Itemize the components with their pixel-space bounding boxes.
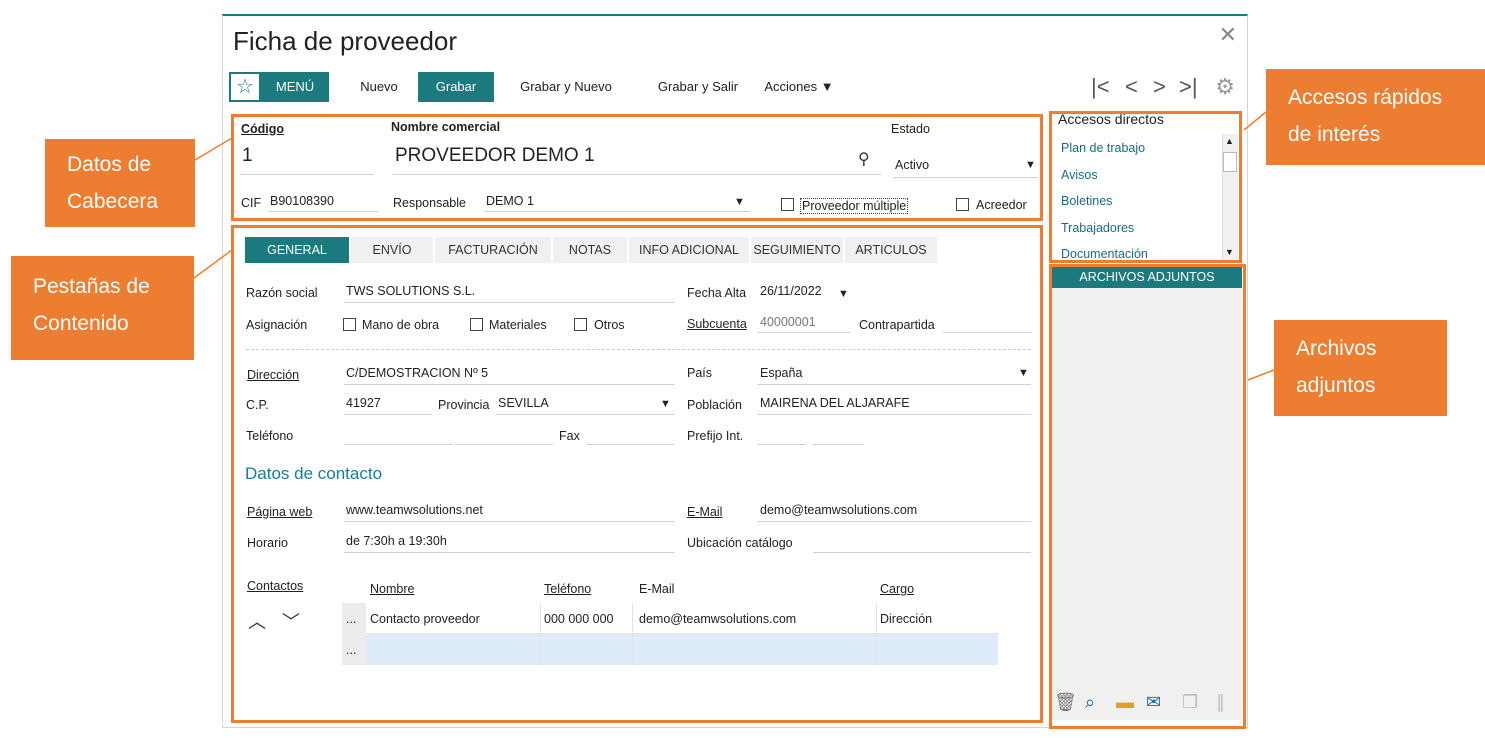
callout-connectors xyxy=(193,111,1275,381)
